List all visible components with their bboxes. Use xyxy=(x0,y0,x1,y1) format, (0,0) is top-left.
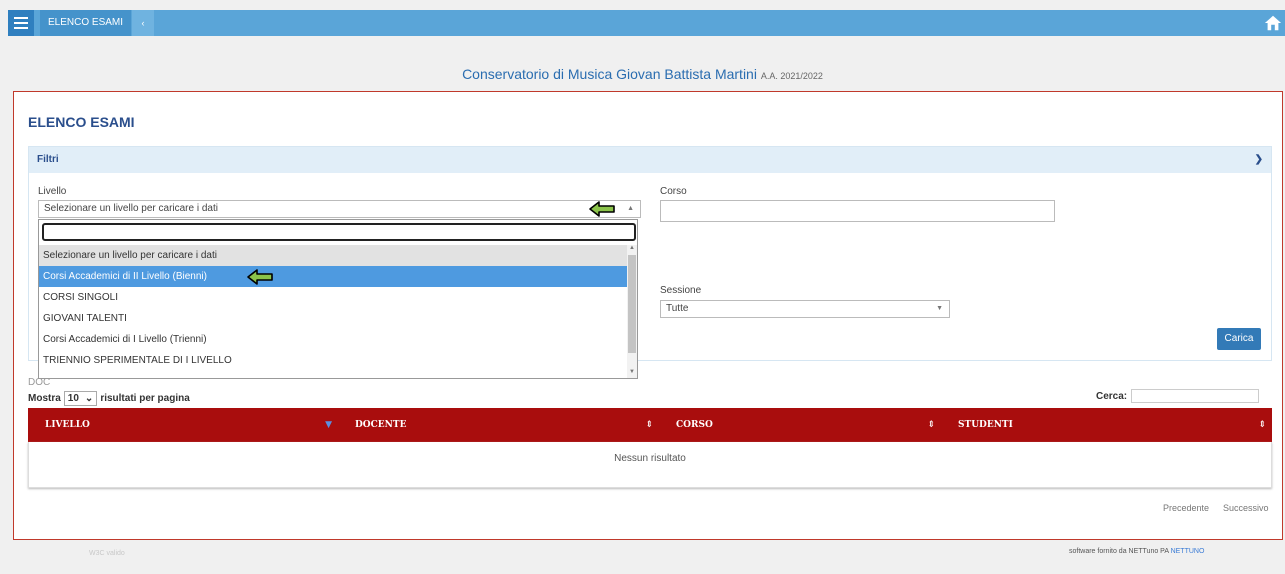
dropdown-scrollbar[interactable]: ▲ ▼ xyxy=(627,245,637,378)
column-studenti-label: STUDENTI xyxy=(958,420,1013,430)
column-docente[interactable]: DOCENTE ⇕ xyxy=(338,408,659,442)
top-navbar: ELENCO ESAMI ‹ xyxy=(8,10,1285,36)
sort-icon: ⇕ xyxy=(927,420,935,430)
chevron-down-icon[interactable]: ❯ xyxy=(1255,147,1263,173)
page-size-value: 10 xyxy=(67,393,79,404)
search-label: Cerca: xyxy=(1096,390,1128,402)
breadcrumb-arrow[interactable]: ‹ xyxy=(132,10,154,36)
page-size-select[interactable]: 10 ⌄ xyxy=(63,391,98,406)
sort-icon: ⇕ xyxy=(1258,420,1266,430)
sessione-label: Sessione xyxy=(660,285,702,296)
dropdown-option[interactable]: CORSI SINGOLI xyxy=(39,287,629,308)
livello-label: Livello xyxy=(38,186,67,197)
scroll-up-icon[interactable]: ▲ xyxy=(627,245,637,251)
menu-icon[interactable] xyxy=(8,10,34,36)
carica-button[interactable]: Carica xyxy=(1217,328,1261,350)
chevron-down-icon: ⌄ xyxy=(84,393,94,404)
prev-page-link[interactable]: Precedente xyxy=(1163,503,1209,513)
corso-field[interactable] xyxy=(660,200,1055,222)
column-corso[interactable]: CORSO ⇕ xyxy=(659,408,941,442)
table-search: Cerca: xyxy=(1096,389,1260,403)
academic-year: A.A. 2021/2022 xyxy=(760,71,823,81)
scroll-thumb[interactable] xyxy=(628,255,636,353)
column-docente-label: DOCENTE xyxy=(355,420,407,430)
dropdown-option[interactable]: Selezionare un livello per caricare i da… xyxy=(39,245,629,266)
institution-name: Conservatorio di Musica Giovan Battista … xyxy=(462,66,757,82)
footer-w3c[interactable]: W3C valido xyxy=(89,550,125,557)
nettuno-logo[interactable]: NETTUNO xyxy=(1171,548,1205,555)
empty-row: Nessun risultato xyxy=(28,442,1272,488)
sort-icon: ▼ xyxy=(325,420,332,430)
search-input[interactable] xyxy=(1131,389,1260,403)
page-size-control: Mostra 10 ⌄ risultati per pagina xyxy=(28,391,190,406)
dropdown-option[interactable]: Corsi Accademici di I Livello (Trienni) xyxy=(39,329,629,350)
filters-header[interactable]: Filtri ❯ xyxy=(29,147,1271,173)
scroll-down-icon[interactable]: ▼ xyxy=(627,369,637,375)
dropdown-option[interactable]: GIOVANI TALENTI xyxy=(39,308,629,329)
livello-selected-value: Selezionare un livello per caricare i da… xyxy=(44,203,218,214)
left-arrow-icon xyxy=(589,201,615,217)
sort-icon: ⇕ xyxy=(645,420,653,430)
dropdown-option-selected[interactable]: Corsi Accademici di II Livello (Bienni) xyxy=(39,266,629,287)
livello-dropdown: Selezionare un livello per caricare i da… xyxy=(38,219,638,379)
page-size-suffix: risultati per pagina xyxy=(100,393,190,404)
dropdown-search-input[interactable] xyxy=(42,223,636,241)
filters-title: Filtri xyxy=(37,154,59,165)
sessione-select[interactable]: Tutte ▼ xyxy=(660,300,950,318)
page-size-prefix: Mostra xyxy=(28,393,61,404)
corso-label: Corso xyxy=(660,186,687,197)
results-table: LIVELLO ▼ DOCENTE ⇕ CORSO ⇕ STUDENTI ⇕ N… xyxy=(28,408,1272,488)
livello-select[interactable]: Selezionare un livello per caricare i da… xyxy=(38,200,641,218)
table-header: LIVELLO ▼ DOCENTE ⇕ CORSO ⇕ STUDENTI ⇕ xyxy=(28,408,1272,442)
column-corso-label: CORSO xyxy=(676,420,713,430)
left-arrow-icon xyxy=(247,269,273,285)
dropdown-options: Selezionare un livello per caricare i da… xyxy=(39,245,629,371)
footer-credits: software fornito da NETTuno PA NETTUNO xyxy=(1069,548,1204,555)
footer-credits-text: software fornito da NETTuno PA xyxy=(1069,548,1169,555)
chevron-down-icon: ▼ xyxy=(936,305,943,312)
breadcrumb-elenco-esami[interactable]: ELENCO ESAMI xyxy=(40,10,132,36)
dropdown-option[interactable]: TRIENNIO SPERIMENTALE DI I LIVELLO xyxy=(39,350,629,371)
sessione-selected-value: Tutte xyxy=(666,303,689,314)
institution-title: Conservatorio di Musica Giovan Battista … xyxy=(0,66,1285,82)
column-livello-label: LIVELLO xyxy=(45,420,90,430)
page-title: ELENCO ESAMI xyxy=(28,114,135,130)
column-studenti[interactable]: STUDENTI ⇕ xyxy=(941,408,1272,442)
home-icon[interactable] xyxy=(1264,14,1282,32)
column-livello[interactable]: LIVELLO ▼ xyxy=(28,408,338,442)
next-page-link[interactable]: Successivo xyxy=(1223,503,1269,513)
chevron-up-icon: ▲ xyxy=(627,205,634,212)
